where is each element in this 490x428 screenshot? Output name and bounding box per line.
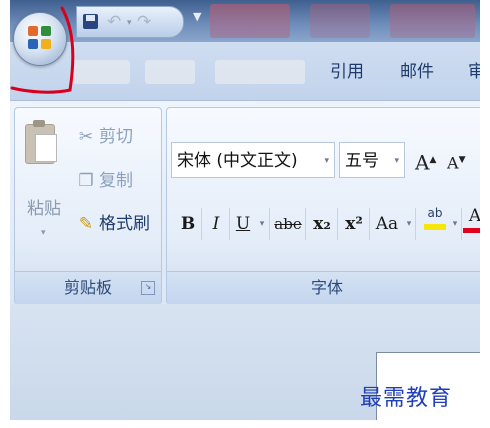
highlighter-icon: ab — [427, 206, 443, 220]
font-group-label: 字体 — [167, 271, 480, 304]
font-size-combo[interactable]: 五号 ▾ — [339, 142, 405, 178]
font-color-swatch — [463, 228, 480, 233]
font-name-dropdown-icon[interactable]: ▾ — [324, 143, 329, 179]
highlight-button[interactable]: ab — [421, 204, 449, 240]
italic-button[interactable]: I — [203, 208, 230, 240]
clipboard-group: 粘贴 ▾ ✂ 剪切 ❐ 复制 ✎ 格式刷 剪贴板 ↘ — [14, 107, 162, 305]
tab-blur — [215, 60, 305, 84]
copy-icon: ❐ — [78, 171, 94, 191]
change-case-dropdown-icon[interactable]: ▾ — [403, 208, 416, 240]
scissors-icon: ✂ — [78, 127, 94, 147]
cut-button[interactable]: ✂ 剪切 — [75, 124, 133, 150]
font-name-combo[interactable]: 宋体 (中文正文) ▾ — [171, 142, 335, 178]
highlight-color-swatch — [424, 224, 446, 230]
clipboard-icon[interactable] — [23, 120, 57, 164]
tab-blur — [72, 60, 130, 84]
font-color-icon: A — [468, 206, 480, 226]
paste-dropdown-icon[interactable]: ▾ — [41, 228, 46, 238]
brush-icon: ✎ — [78, 214, 94, 234]
paste-button[interactable]: 粘贴 — [27, 194, 61, 219]
copy-button[interactable]: ❐ 复制 — [75, 168, 133, 194]
ribbon-tab-row: 引用 邮件 审 — [10, 42, 480, 100]
title-blur — [310, 4, 370, 38]
office-logo-icon — [28, 26, 52, 50]
quick-access-toolbar: ↶ ▾ ↷ — [76, 6, 184, 38]
save-icon[interactable] — [81, 12, 101, 32]
tab-references[interactable]: 引用 — [330, 60, 364, 84]
font-group: 宋体 (中文正文) ▾ 五号 ▾ A▲ A▼ B I U ▾ abe x₂ x²… — [166, 107, 480, 305]
title-blur — [390, 4, 475, 38]
customize-qat-icon[interactable]: ▼ — [193, 10, 201, 23]
tab-blur — [145, 60, 195, 84]
underline-dropdown-icon[interactable]: ▾ — [255, 208, 270, 240]
ribbon: 粘贴 ▾ ✂ 剪切 ❐ 复制 ✎ 格式刷 剪贴板 ↘ 宋体 (中文正文) ▾ 五号 ▾ — [10, 100, 480, 305]
tab-mailings[interactable]: 邮件 — [400, 60, 434, 84]
watermark-text: 最需教育 — [360, 386, 453, 411]
word-window: ↶ ▾ ↷ ▼ 引用 邮件 审 粘贴 ▾ ✂ 剪切 ❐ 复制 ✎ 格式刷 剪贴板… — [10, 0, 480, 420]
title-bar: ↶ ▾ ↷ ▼ — [10, 0, 480, 42]
clipboard-launcher-icon[interactable]: ↘ — [141, 281, 155, 295]
bold-button[interactable]: B — [175, 208, 202, 240]
strikethrough-button[interactable]: abe — [271, 208, 306, 240]
change-case-button[interactable]: Aa — [371, 208, 403, 240]
redo-icon[interactable]: ↷ — [137, 12, 157, 32]
subscript-button[interactable]: x₂ — [307, 208, 338, 240]
grow-font-button[interactable]: A▲ — [415, 142, 436, 178]
superscript-button[interactable]: x² — [339, 208, 370, 240]
clipboard-group-label: 剪贴板 — [15, 271, 161, 304]
format-painter-button[interactable]: ✎ 格式刷 — [75, 211, 150, 237]
font-color-button[interactable]: A — [463, 204, 480, 240]
font-size-dropdown-icon[interactable]: ▾ — [394, 143, 399, 179]
tab-review-partial[interactable]: 审 — [468, 60, 480, 84]
highlight-dropdown-icon[interactable]: ▾ — [449, 208, 462, 240]
shrink-font-button[interactable]: A▼ — [447, 142, 465, 178]
undo-icon[interactable]: ↶ — [107, 12, 127, 32]
office-button[interactable] — [13, 12, 67, 66]
title-blur — [210, 4, 290, 38]
underline-button[interactable]: U — [231, 208, 255, 240]
